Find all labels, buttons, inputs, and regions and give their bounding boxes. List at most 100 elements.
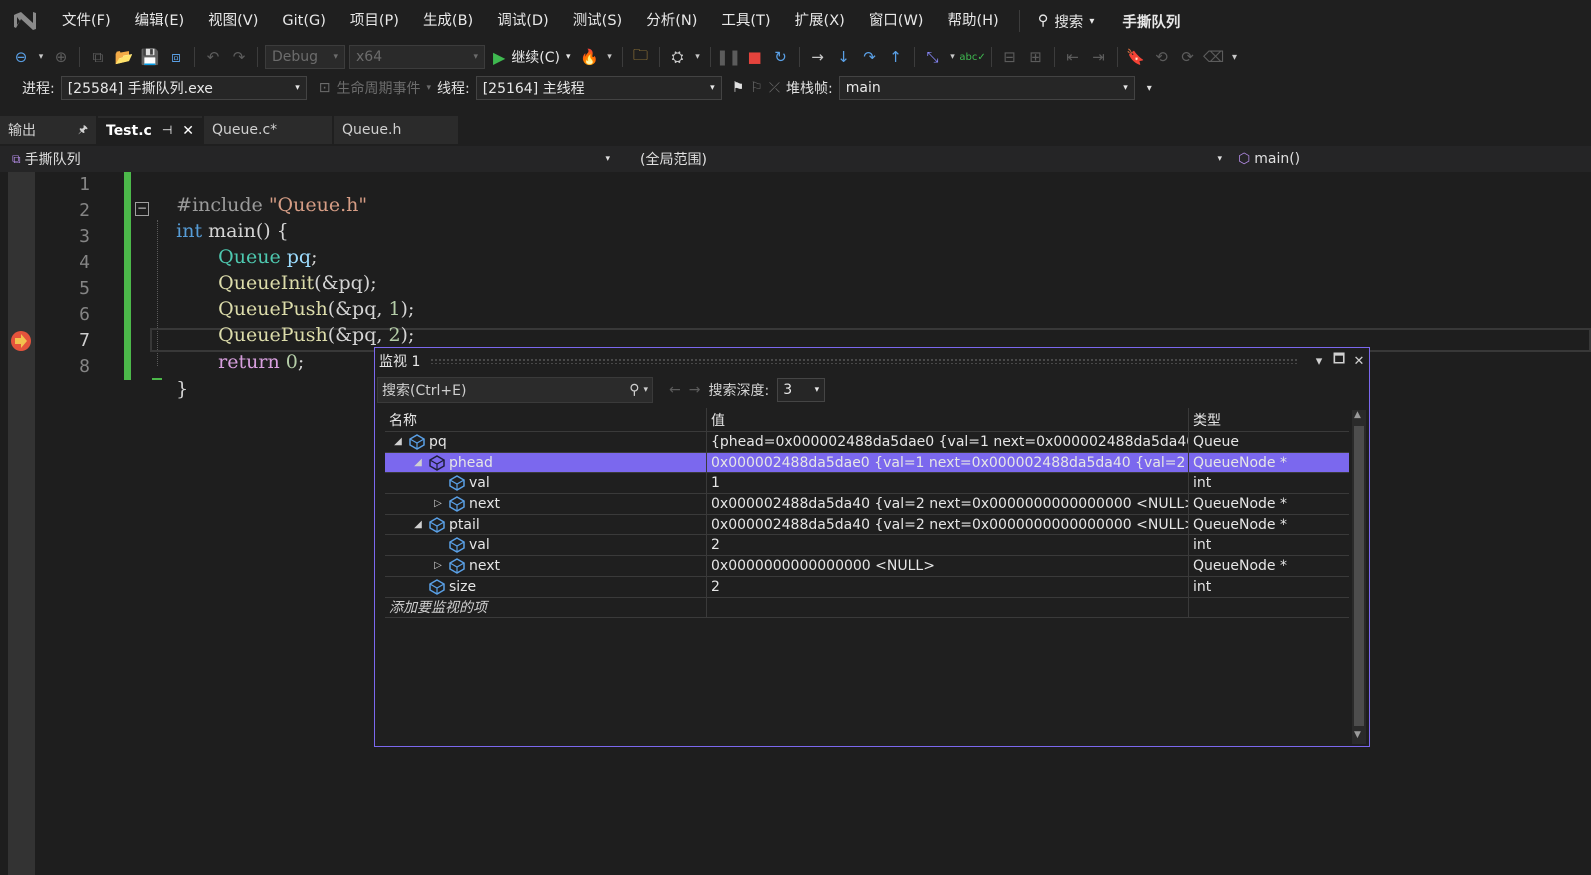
chevron-down-icon[interactable]: ▾	[948, 46, 958, 68]
menu-debug[interactable]: 调试(D)	[485, 0, 560, 42]
watch-row[interactable]: ◢ ptail 0x000002488da5da40 {val=2 next=0…	[385, 514, 1349, 536]
project-select[interactable]: ⧉ 手撕队列 ▾	[0, 146, 618, 172]
menu-tools[interactable]: 工具(T)	[709, 0, 782, 42]
continue-button[interactable]: ▶ 继续(C) ▾	[489, 47, 575, 67]
expanded-triangle-icon[interactable]: ◢	[391, 436, 405, 447]
watch-row[interactable]: ▷ next 0x000002488da5da40 {val=2 next=0x…	[385, 494, 1349, 515]
scope-select[interactable]: (全局范围) ▾	[618, 146, 1230, 172]
redo-icon[interactable]: ↷	[228, 46, 250, 68]
hot-reload-icon[interactable]: 🔥	[579, 46, 601, 68]
show-next-statement-icon[interactable]: →	[807, 46, 829, 68]
outdent-icon[interactable]: ⇤	[1062, 46, 1084, 68]
menu-help[interactable]: 帮助(H)	[935, 0, 1010, 42]
maximize-icon[interactable]: 🗖	[1329, 350, 1349, 372]
vertical-scrollbar[interactable]: ▲ ▼	[1352, 410, 1366, 744]
watch-row-selected[interactable]: ◢ phead 0x000002488da5dae0 {val=1 next=0…	[385, 452, 1349, 474]
new-project-icon[interactable]: ⧉	[87, 46, 109, 68]
thread-select[interactable]: [25164] 主线程 ▾	[475, 76, 722, 100]
close-icon[interactable]: ✕	[1349, 354, 1369, 369]
browse-folder-icon[interactable]: 🗀	[630, 46, 652, 68]
add-watch-row[interactable]: 添加要监视的项	[385, 597, 1349, 619]
process-select[interactable]: [25584] 手撕队列.exe ▾	[60, 76, 307, 100]
pin-icon[interactable]: 🖈	[78, 121, 88, 140]
step-into-icon[interactable]: ↓	[833, 46, 855, 68]
scrollbar-thumb[interactable]	[1354, 426, 1364, 726]
solution-configuration-select[interactable]: Debug ▾	[265, 45, 345, 69]
column-header-type[interactable]: 类型	[1189, 408, 1349, 431]
column-header-name[interactable]: 名称	[385, 408, 707, 431]
stop-icon[interactable]: ■	[744, 46, 766, 68]
menu-build[interactable]: 生成(B)	[411, 0, 485, 42]
expanded-triangle-icon[interactable]: ◢	[411, 519, 425, 530]
undo-icon[interactable]: ↶	[202, 46, 224, 68]
search-previous-icon[interactable]: ←	[669, 382, 681, 398]
comment-icon[interactable]: ⊟	[999, 46, 1021, 68]
watch-value-cell[interactable]: {phead=0x000002488da5dae0 {val=1 next=0x…	[707, 432, 1189, 452]
menu-test[interactable]: 测试(S)	[561, 0, 635, 42]
tab-output[interactable]: 输出 🖈	[0, 116, 96, 144]
chevron-down-icon[interactable]: ▾	[605, 46, 615, 68]
next-bookmark-icon[interactable]: ⟳	[1177, 46, 1199, 68]
restart-icon[interactable]: ↻	[770, 46, 792, 68]
watch-name-cell[interactable]: 添加要监视的项	[385, 597, 707, 618]
navigate-forward-icon[interactable]: ⊕	[50, 46, 72, 68]
watch-row[interactable]: size 2 int	[385, 576, 1349, 598]
menu-edit[interactable]: 编辑(E)	[123, 0, 196, 42]
solution-platform-select[interactable]: x64 ▾	[349, 45, 485, 69]
collapsed-triangle-icon[interactable]: ▷	[431, 560, 445, 571]
flag-thread-icon[interactable]: ⚑	[732, 80, 745, 96]
watch-title-bar[interactable]: 监视 1 ▾ 🗖 ✕	[375, 348, 1369, 374]
watch-row[interactable]: val 2 int	[385, 535, 1349, 557]
tab-test-c[interactable]: Test.c ⊣ ✕	[98, 116, 202, 144]
chevron-down-icon[interactable]: ▾	[36, 46, 46, 68]
window-menu-icon[interactable]: ▾	[1309, 354, 1329, 369]
watch-value-cell[interactable]: 1	[707, 473, 1189, 494]
navigate-back-icon[interactable]: ⊖	[10, 46, 32, 68]
watch-value-cell[interactable]: 0x000002488da5da40 {val=2 next=0x0000000…	[707, 514, 1189, 535]
step-out-icon[interactable]: ↑	[885, 46, 907, 68]
glyph-margin[interactable]	[8, 172, 35, 875]
watch-row[interactable]: ▷ next 0x0000000000000000 <NULL> QueueNo…	[385, 556, 1349, 577]
spell-check-icon[interactable]: abc✓	[959, 46, 985, 68]
menu-view[interactable]: 视图(V)	[196, 0, 270, 42]
search-depth-select[interactable]: 3 ▾	[777, 378, 826, 402]
diagnostic-tools-icon[interactable]: ⤡	[922, 46, 944, 68]
uncomment-icon[interactable]: ⊞	[1025, 46, 1047, 68]
watch-value-cell[interactable]: 2	[707, 576, 1189, 597]
expanded-triangle-icon[interactable]: ◢	[411, 457, 425, 468]
column-header-value[interactable]: 值	[707, 408, 1189, 431]
toolbar-overflow-icon[interactable]: ▾	[1147, 83, 1152, 94]
lifecycle-events-icon[interactable]: ⊡	[319, 80, 331, 96]
step-over-icon[interactable]: ↷	[859, 46, 881, 68]
toolbar-overflow-icon[interactable]: ▾	[1229, 46, 1241, 68]
show-flagged-threads-icon[interactable]: ⚐	[750, 80, 763, 96]
clear-bookmarks-icon[interactable]: ⌫	[1203, 46, 1225, 68]
menu-git[interactable]: Git(G)	[270, 0, 338, 42]
scroll-down-arrow-icon[interactable]: ▼	[1354, 730, 1361, 740]
close-icon[interactable]: ✕	[182, 123, 194, 139]
open-folder-icon[interactable]: 📂	[113, 46, 135, 68]
lifecycle-events-button[interactable]: 生命周期事件	[336, 78, 420, 98]
watch-value-cell[interactable]: 2	[707, 535, 1189, 556]
menu-analyze[interactable]: 分析(N)	[634, 0, 709, 42]
save-icon[interactable]: 💾	[139, 46, 161, 68]
pause-icon[interactable]: ❚❚	[716, 46, 741, 68]
watch-window[interactable]: 监视 1 ▾ 🗖 ✕ 搜索(Ctrl+E) ⚲ ▾ ← → 搜索深度: 3 ▾ …	[374, 347, 1370, 747]
watch-value-cell[interactable]: 0x000002488da5dae0 {val=1 next=0x0000024…	[707, 452, 1189, 473]
pin-icon[interactable]: ⊣	[162, 123, 172, 139]
scroll-up-arrow-icon[interactable]: ▲	[1354, 410, 1361, 420]
menu-project[interactable]: 项目(P)	[338, 0, 411, 42]
collapsed-triangle-icon[interactable]: ▷	[431, 498, 445, 509]
stack-frame-select[interactable]: main ▾	[838, 76, 1135, 100]
menu-extensions[interactable]: 扩展(X)	[783, 0, 857, 42]
watch-value-cell[interactable]: 0x0000000000000000 <NULL>	[707, 556, 1189, 576]
watch-value-cell[interactable]: 0x000002488da5da40 {val=2 next=0x0000000…	[707, 494, 1189, 514]
tab-queue-h[interactable]: Queue.h	[334, 116, 458, 144]
save-all-icon[interactable]: ⧈	[165, 46, 187, 68]
member-select[interactable]: ⬡ main()	[1230, 146, 1591, 172]
watch-row[interactable]: ◢ pq {phead=0x000002488da5dae0 {val=1 ne…	[385, 432, 1349, 453]
search-next-icon[interactable]: →	[689, 382, 701, 398]
show-threads-in-source-icon[interactable]: ⤫	[769, 80, 780, 96]
application-insights-icon[interactable]: ⛭	[667, 46, 689, 68]
watch-row[interactable]: val 1 int	[385, 473, 1349, 495]
